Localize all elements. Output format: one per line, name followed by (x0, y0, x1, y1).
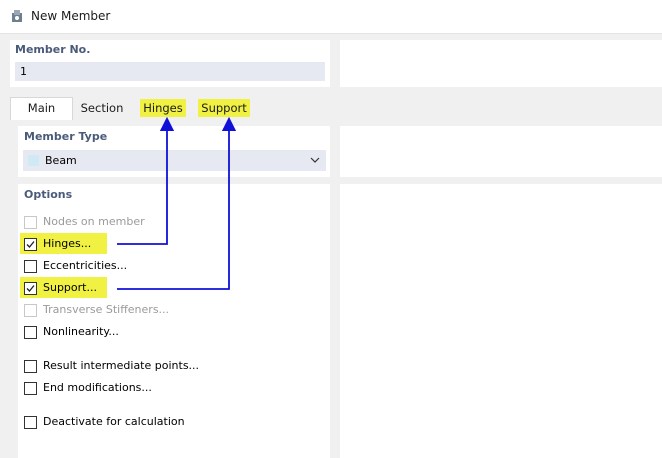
tab-section-label: Section (80, 101, 124, 115)
checkbox-deactivate-for-calculation[interactable] (24, 416, 37, 429)
member-type-swatch (28, 155, 39, 166)
option-label: Eccentricities... (43, 259, 128, 272)
option-label: Nodes on member (43, 215, 145, 228)
option-label: End modifications... (43, 381, 152, 394)
tab-main-label: Main (27, 101, 56, 115)
checkbox-eccentricities[interactable] (24, 260, 37, 273)
right-type-panel (340, 126, 662, 177)
member-no-field[interactable]: 1 (15, 62, 325, 81)
option-label: Deactivate for calculation (43, 415, 185, 428)
checkbox-support[interactable] (24, 282, 37, 295)
option-label: Hinges... (43, 237, 92, 250)
window-title: New Member (31, 9, 111, 23)
tab-support[interactable]: Support (194, 98, 254, 119)
member-no-panel: Member No. 1 (10, 40, 330, 87)
tab-hinges[interactable]: Hinges (138, 98, 188, 119)
right-top-panel (340, 40, 662, 87)
option-label: Transverse Stiffeners... (43, 303, 170, 316)
app-icon (12, 10, 22, 22)
title-bar: New Member (0, 0, 662, 34)
tab-main[interactable]: Main (10, 97, 73, 120)
right-options-panel (340, 184, 662, 458)
option-label: Nonlinearity... (43, 325, 119, 338)
checkmark-icon (26, 285, 35, 292)
checkbox-hinges[interactable] (24, 238, 37, 251)
member-no-value: 1 (20, 65, 27, 78)
checkmark-icon (26, 241, 35, 248)
option-label: Support... (43, 281, 97, 294)
chevron-down-icon (310, 157, 320, 163)
tab-hinges-label: Hinges (140, 99, 186, 117)
options-label: Options (24, 188, 73, 201)
tab-support-label: Support (198, 99, 250, 117)
checkbox-end-modifications[interactable] (24, 382, 37, 395)
member-type-value: Beam (45, 154, 77, 167)
checkbox-nonlinearity[interactable] (24, 326, 37, 339)
checkbox-transverse-stiffeners (24, 304, 37, 317)
checkbox-nodes-on-member (24, 216, 37, 229)
checkbox-result-intermediate-points[interactable] (24, 360, 37, 373)
option-label: Result intermediate points... (43, 359, 200, 372)
member-no-label: Member No. (15, 43, 91, 56)
tab-section[interactable]: Section (73, 98, 131, 119)
member-type-label: Member Type (24, 130, 108, 143)
member-type-dropdown[interactable]: Beam (23, 150, 326, 171)
